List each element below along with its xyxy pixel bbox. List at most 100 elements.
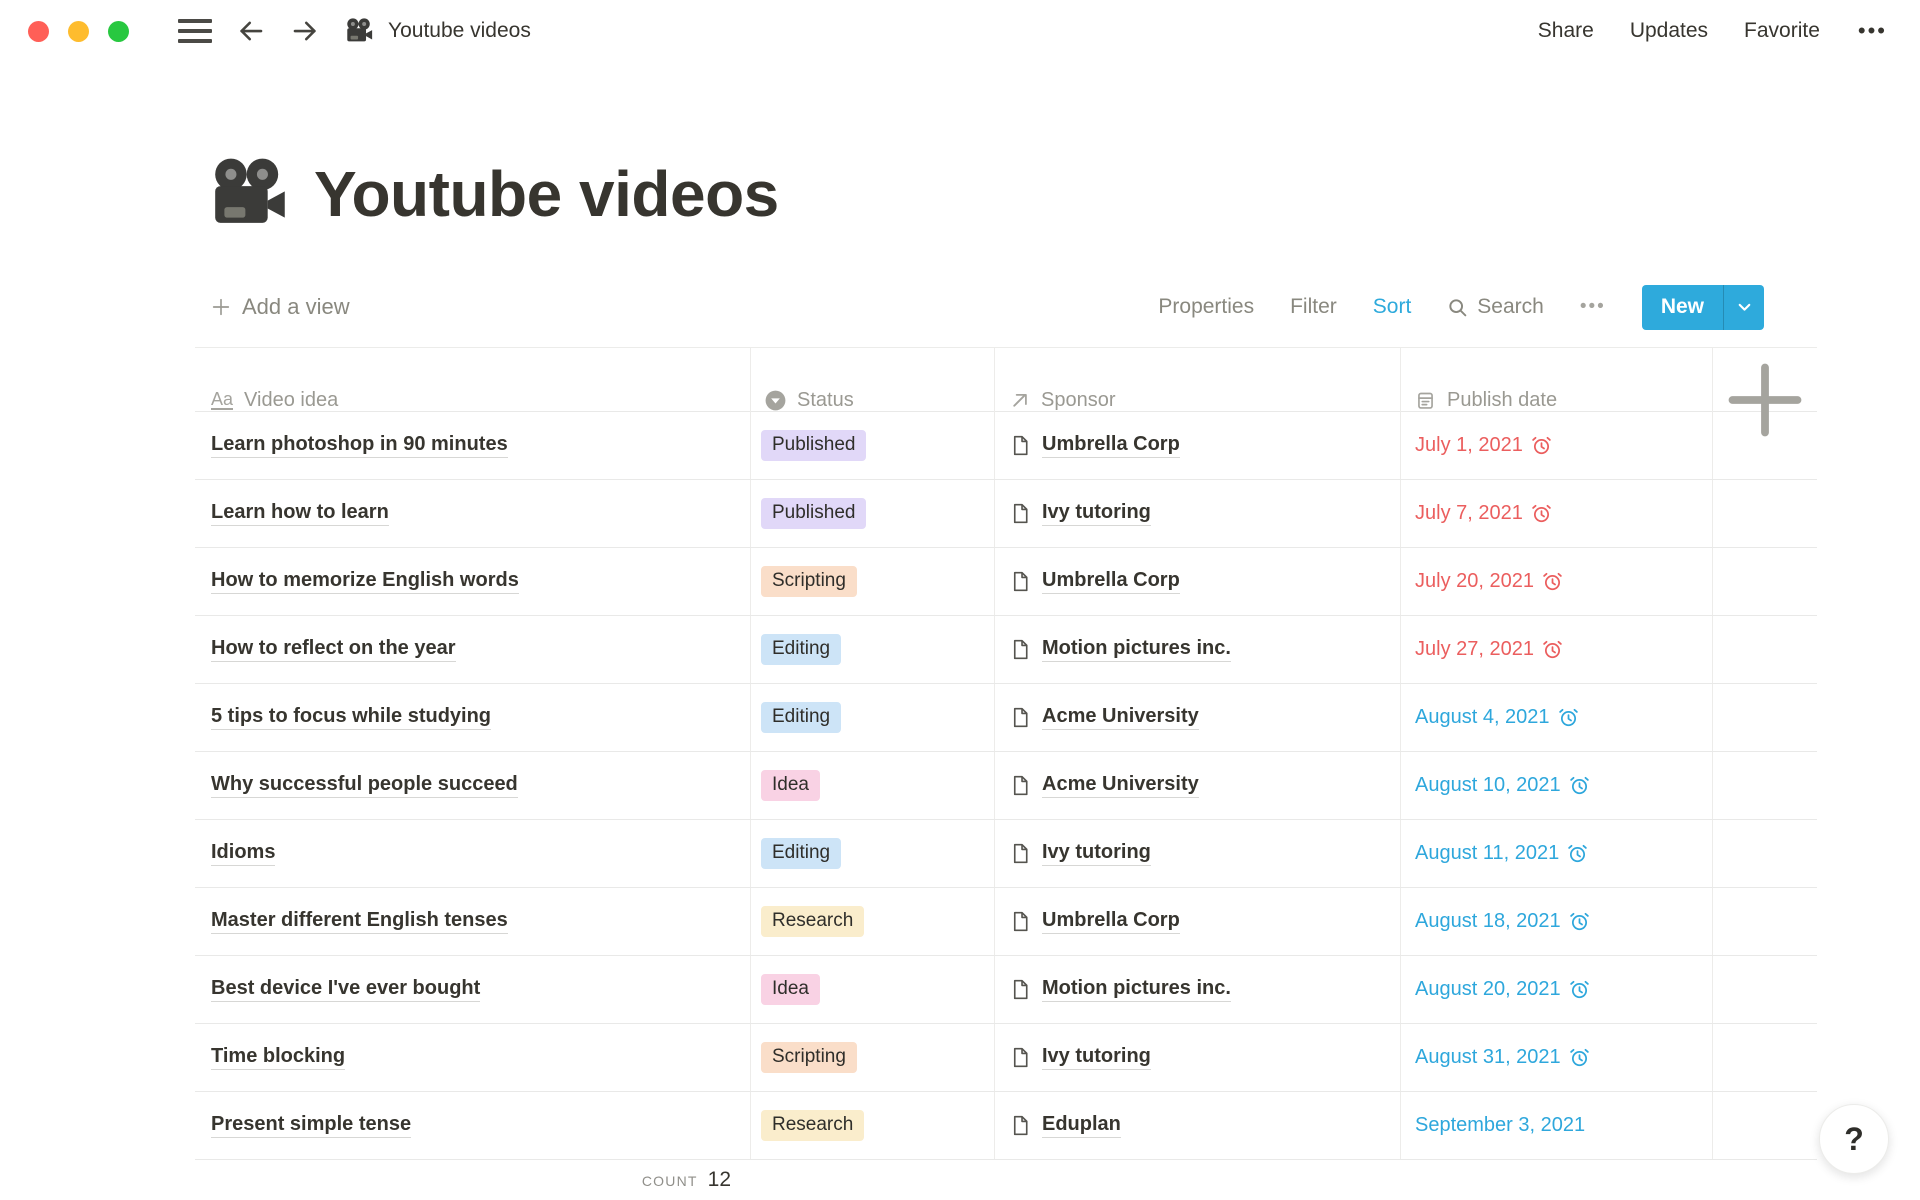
sponsor-cell[interactable]: Umbrella Corp xyxy=(995,888,1401,955)
date-property-icon xyxy=(1415,390,1436,411)
table-body: Learn photoshop in 90 minutes Published … xyxy=(195,412,1817,1160)
video-idea-cell[interactable]: Best device I've ever bought xyxy=(195,956,751,1023)
video-idea-cell[interactable]: Master different English tenses xyxy=(195,888,751,955)
movie-camera-icon[interactable] xyxy=(206,152,290,236)
status-cell[interactable]: Research xyxy=(751,888,995,955)
row-count[interactable]: COUNT 12 xyxy=(195,1168,751,1192)
sponsor-cell[interactable]: Eduplan xyxy=(995,1092,1401,1159)
publish-date-cell[interactable]: August 4, 2021 xyxy=(1401,684,1713,751)
view-controls-bar: Add a view Properties Filter Sort Search… xyxy=(210,283,1764,331)
sponsor-cell[interactable]: Acme University xyxy=(995,684,1401,751)
forward-arrow-icon[interactable] xyxy=(290,16,320,46)
favorite-button[interactable]: Favorite xyxy=(1744,19,1820,43)
sponsor-cell[interactable]: Umbrella Corp xyxy=(995,412,1401,479)
new-button[interactable]: New xyxy=(1642,285,1764,330)
publish-date-value: July 27, 2021 xyxy=(1415,638,1534,661)
video-idea-link[interactable]: Learn how to learn xyxy=(211,501,389,526)
status-cell[interactable]: Scripting xyxy=(751,548,995,615)
publish-date-cell[interactable]: August 20, 2021 xyxy=(1401,956,1713,1023)
sponsor-link[interactable]: Ivy tutoring xyxy=(1042,501,1151,526)
sponsor-cell[interactable]: Ivy tutoring xyxy=(995,480,1401,547)
publish-date-cell[interactable]: July 27, 2021 xyxy=(1401,616,1713,683)
sponsor-link[interactable]: Motion pictures inc. xyxy=(1042,637,1231,662)
sponsor-link[interactable]: Ivy tutoring xyxy=(1042,841,1151,866)
updates-button[interactable]: Updates xyxy=(1630,19,1708,43)
status-cell[interactable]: Research xyxy=(751,1092,995,1159)
search-button[interactable]: Search xyxy=(1447,295,1544,319)
empty-cell xyxy=(1713,548,1817,615)
help-button[interactable]: ? xyxy=(1819,1104,1889,1174)
sponsor-link[interactable]: Motion pictures inc. xyxy=(1042,977,1231,1002)
sponsor-link[interactable]: Umbrella Corp xyxy=(1042,569,1180,594)
video-idea-link[interactable]: How to memorize English words xyxy=(211,569,519,594)
page-icon xyxy=(1009,434,1032,457)
sponsor-cell[interactable]: Umbrella Corp xyxy=(995,548,1401,615)
sidebar-menu-icon[interactable] xyxy=(178,19,212,43)
empty-cell xyxy=(1713,684,1817,751)
more-options-icon[interactable]: ••• xyxy=(1858,18,1887,44)
page-header: Youtube videos xyxy=(206,146,779,242)
video-idea-link[interactable]: How to reflect on the year xyxy=(211,637,456,662)
status-cell[interactable]: Idea xyxy=(751,956,995,1023)
video-idea-cell[interactable]: 5 tips to focus while studying xyxy=(195,684,751,751)
video-idea-cell[interactable]: Time blocking xyxy=(195,1024,751,1091)
page-icon xyxy=(1009,774,1032,797)
status-cell[interactable]: Scripting xyxy=(751,1024,995,1091)
sponsor-cell[interactable]: Ivy tutoring xyxy=(995,820,1401,887)
publish-date-cell[interactable]: July 20, 2021 xyxy=(1401,548,1713,615)
publish-date-cell[interactable]: August 10, 2021 xyxy=(1401,752,1713,819)
publish-date-cell[interactable]: August 31, 2021 xyxy=(1401,1024,1713,1091)
video-idea-link[interactable]: Present simple tense xyxy=(211,1113,411,1138)
video-idea-cell[interactable]: How to reflect on the year xyxy=(195,616,751,683)
status-cell[interactable]: Published xyxy=(751,412,995,479)
sponsor-cell[interactable]: Motion pictures inc. xyxy=(995,956,1401,1023)
properties-button[interactable]: Properties xyxy=(1158,295,1254,319)
page-icon xyxy=(1009,638,1032,661)
publish-date-cell[interactable]: September 3, 2021 xyxy=(1401,1092,1713,1159)
view-more-options-icon[interactable]: ••• xyxy=(1580,296,1606,318)
video-idea-link[interactable]: Master different English tenses xyxy=(211,909,508,934)
status-cell[interactable]: Idea xyxy=(751,752,995,819)
video-idea-link[interactable]: 5 tips to focus while studying xyxy=(211,705,491,730)
sponsor-cell[interactable]: Motion pictures inc. xyxy=(995,616,1401,683)
back-arrow-icon[interactable] xyxy=(236,16,266,46)
add-view-button[interactable]: Add a view xyxy=(210,294,350,320)
traffic-light-zoom[interactable] xyxy=(108,21,129,42)
sponsor-cell[interactable]: Acme University xyxy=(995,752,1401,819)
video-idea-cell[interactable]: Why successful people succeed xyxy=(195,752,751,819)
sponsor-link[interactable]: Umbrella Corp xyxy=(1042,433,1180,458)
video-idea-cell[interactable]: Learn how to learn xyxy=(195,480,751,547)
video-idea-link[interactable]: Best device I've ever bought xyxy=(211,977,480,1002)
status-cell[interactable]: Editing xyxy=(751,684,995,751)
video-idea-cell[interactable]: Idioms xyxy=(195,820,751,887)
status-cell[interactable]: Editing xyxy=(751,820,995,887)
publish-date-cell[interactable]: August 11, 2021 xyxy=(1401,820,1713,887)
video-idea-link[interactable]: Idioms xyxy=(211,841,275,866)
sponsor-link[interactable]: Ivy tutoring xyxy=(1042,1045,1151,1070)
filter-button[interactable]: Filter xyxy=(1290,295,1337,319)
video-idea-link[interactable]: Why successful people succeed xyxy=(211,773,518,798)
publish-date-cell[interactable]: August 18, 2021 xyxy=(1401,888,1713,955)
sponsor-link[interactable]: Acme University xyxy=(1042,705,1199,730)
video-idea-cell[interactable]: Present simple tense xyxy=(195,1092,751,1159)
empty-cell xyxy=(1713,616,1817,683)
page-title[interactable]: Youtube videos xyxy=(314,157,779,231)
sort-button[interactable]: Sort xyxy=(1373,295,1412,319)
publish-date-value: July 20, 2021 xyxy=(1415,570,1534,593)
new-dropdown-button[interactable] xyxy=(1724,285,1764,330)
publish-date-cell[interactable]: July 1, 2021 xyxy=(1401,412,1713,479)
traffic-light-close[interactable] xyxy=(28,21,49,42)
video-idea-link[interactable]: Learn photoshop in 90 minutes xyxy=(211,433,508,458)
video-idea-cell[interactable]: Learn photoshop in 90 minutes xyxy=(195,412,751,479)
status-cell[interactable]: Published xyxy=(751,480,995,547)
video-idea-cell[interactable]: How to memorize English words xyxy=(195,548,751,615)
sponsor-link[interactable]: Eduplan xyxy=(1042,1113,1121,1138)
video-idea-link[interactable]: Time blocking xyxy=(211,1045,345,1070)
share-button[interactable]: Share xyxy=(1538,19,1594,43)
sponsor-cell[interactable]: Ivy tutoring xyxy=(995,1024,1401,1091)
status-cell[interactable]: Editing xyxy=(751,616,995,683)
sponsor-link[interactable]: Acme University xyxy=(1042,773,1199,798)
traffic-light-minimize[interactable] xyxy=(68,21,89,42)
sponsor-link[interactable]: Umbrella Corp xyxy=(1042,909,1180,934)
publish-date-cell[interactable]: July 7, 2021 xyxy=(1401,480,1713,547)
